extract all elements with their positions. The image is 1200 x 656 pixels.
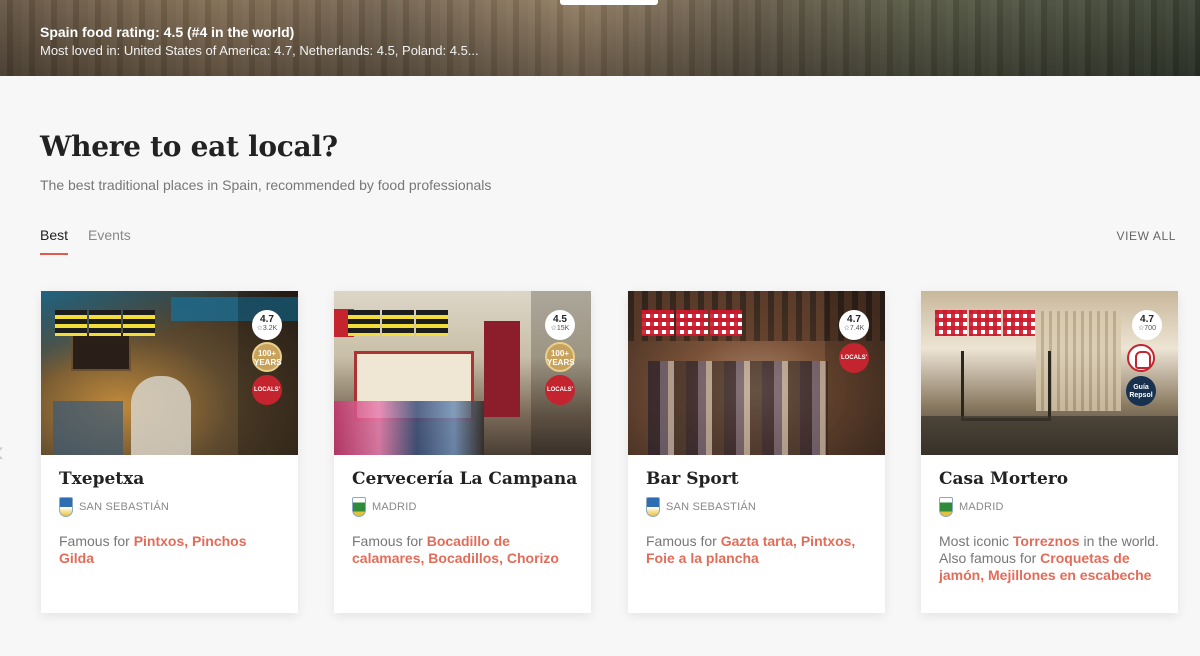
restaurant-card-cerveceria-la-campana[interactable]: 4.5 ☆15K 100+ YEARS LOCALS' Cervecería L… bbox=[334, 291, 591, 613]
city-name: SAN SEBASTIÁN bbox=[79, 501, 170, 513]
hero-tab-handle[interactable] bbox=[560, 0, 658, 5]
coat-of-arms-icon bbox=[352, 497, 366, 517]
restaurant-photo: 4.7 ☆700 Guía Repsol bbox=[921, 291, 1178, 455]
city-row: MADRID bbox=[352, 497, 417, 517]
city-row: SAN SEBASTIÁN bbox=[59, 497, 169, 517]
years-old-badge: 100+ YEARS bbox=[545, 342, 575, 372]
city-row: MADRID bbox=[939, 497, 1004, 517]
flag-decoration bbox=[348, 310, 448, 336]
rating-badge: 4.7 ☆3.2K bbox=[252, 310, 282, 340]
flag-decoration bbox=[55, 310, 155, 336]
tab-events[interactable]: Events bbox=[88, 227, 131, 243]
rating-badge: 4.5 ☆15K bbox=[545, 310, 575, 340]
years-old-badge: 100+ YEARS bbox=[252, 342, 282, 372]
michelin-icon bbox=[1127, 344, 1155, 372]
famous-for: Famous for Gazta tarta, Pintxos, Foie a … bbox=[646, 533, 856, 566]
coat-of-arms-icon bbox=[59, 497, 73, 517]
rating-badge: 4.7 ☆700 bbox=[1132, 310, 1162, 340]
guia-repsol-icon: Guía Repsol bbox=[1126, 376, 1156, 406]
city-row: SAN SEBASTIÁN bbox=[646, 497, 756, 517]
coat-of-arms-icon bbox=[939, 497, 953, 517]
restaurant-name[interactable]: Txepetxa bbox=[59, 469, 144, 489]
most-loved-in: Most loved in: United States of America:… bbox=[40, 43, 479, 58]
city-name: MADRID bbox=[959, 501, 1004, 513]
city-name: SAN SEBASTIÁN bbox=[666, 501, 757, 513]
restaurant-card-bar-sport[interactable]: 4.7 ☆7.4K LOCALS' Bar Sport SAN SEBASTIÁ… bbox=[628, 291, 885, 613]
famous-for: Famous for Pintxos, Pinchos Gilda bbox=[59, 533, 247, 566]
city-name: MADRID bbox=[372, 501, 417, 513]
restaurant-card-casa-mortero[interactable]: 4.7 ☆700 Guía Repsol Casa Mortero MADRID… bbox=[921, 291, 1178, 613]
locals-badge: LOCALS' bbox=[252, 375, 282, 405]
tab-best[interactable]: Best bbox=[40, 227, 69, 255]
section-subtitle: The best traditional places in Spain, re… bbox=[40, 177, 492, 193]
hero-banner: Spain food rating: 4.5 (#4 in the world)… bbox=[0, 0, 1200, 76]
famous-for: Most iconic Torreznos in the world. Also… bbox=[939, 533, 1159, 583]
restaurant-card-txepetxa[interactable]: 4.7 ☆3.2K 100+ YEARS LOCALS' Txepetxa SA… bbox=[41, 291, 298, 613]
carousel-prev-icon[interactable]: ‹ bbox=[0, 432, 8, 472]
restaurant-name[interactable]: Casa Mortero bbox=[939, 469, 1068, 489]
restaurant-photo: 4.7 ☆3.2K 100+ YEARS LOCALS' bbox=[41, 291, 298, 455]
section-title: Where to eat local? bbox=[40, 130, 338, 163]
flag-decoration bbox=[935, 310, 1035, 336]
rating-badge: 4.7 ☆7.4K bbox=[839, 310, 869, 340]
restaurant-name[interactable]: Bar Sport bbox=[646, 469, 739, 489]
famous-for: Famous for Bocadillo de calamares, Bocad… bbox=[352, 533, 559, 566]
iconic-dish[interactable]: Torreznos bbox=[1013, 533, 1080, 549]
country-food-rating: Spain food rating: 4.5 (#4 in the world) bbox=[40, 24, 295, 40]
locals-badge: LOCALS' bbox=[839, 343, 869, 373]
flag-decoration bbox=[642, 310, 742, 336]
restaurant-photo: 4.5 ☆15K 100+ YEARS LOCALS' bbox=[334, 291, 591, 455]
restaurant-name[interactable]: Cervecería La Campana bbox=[352, 469, 577, 489]
locals-badge: LOCALS' bbox=[545, 375, 575, 405]
restaurant-photo: 4.7 ☆7.4K LOCALS' bbox=[628, 291, 885, 455]
view-all-link[interactable]: VIEW ALL bbox=[1117, 229, 1177, 243]
coat-of-arms-icon bbox=[646, 497, 660, 517]
